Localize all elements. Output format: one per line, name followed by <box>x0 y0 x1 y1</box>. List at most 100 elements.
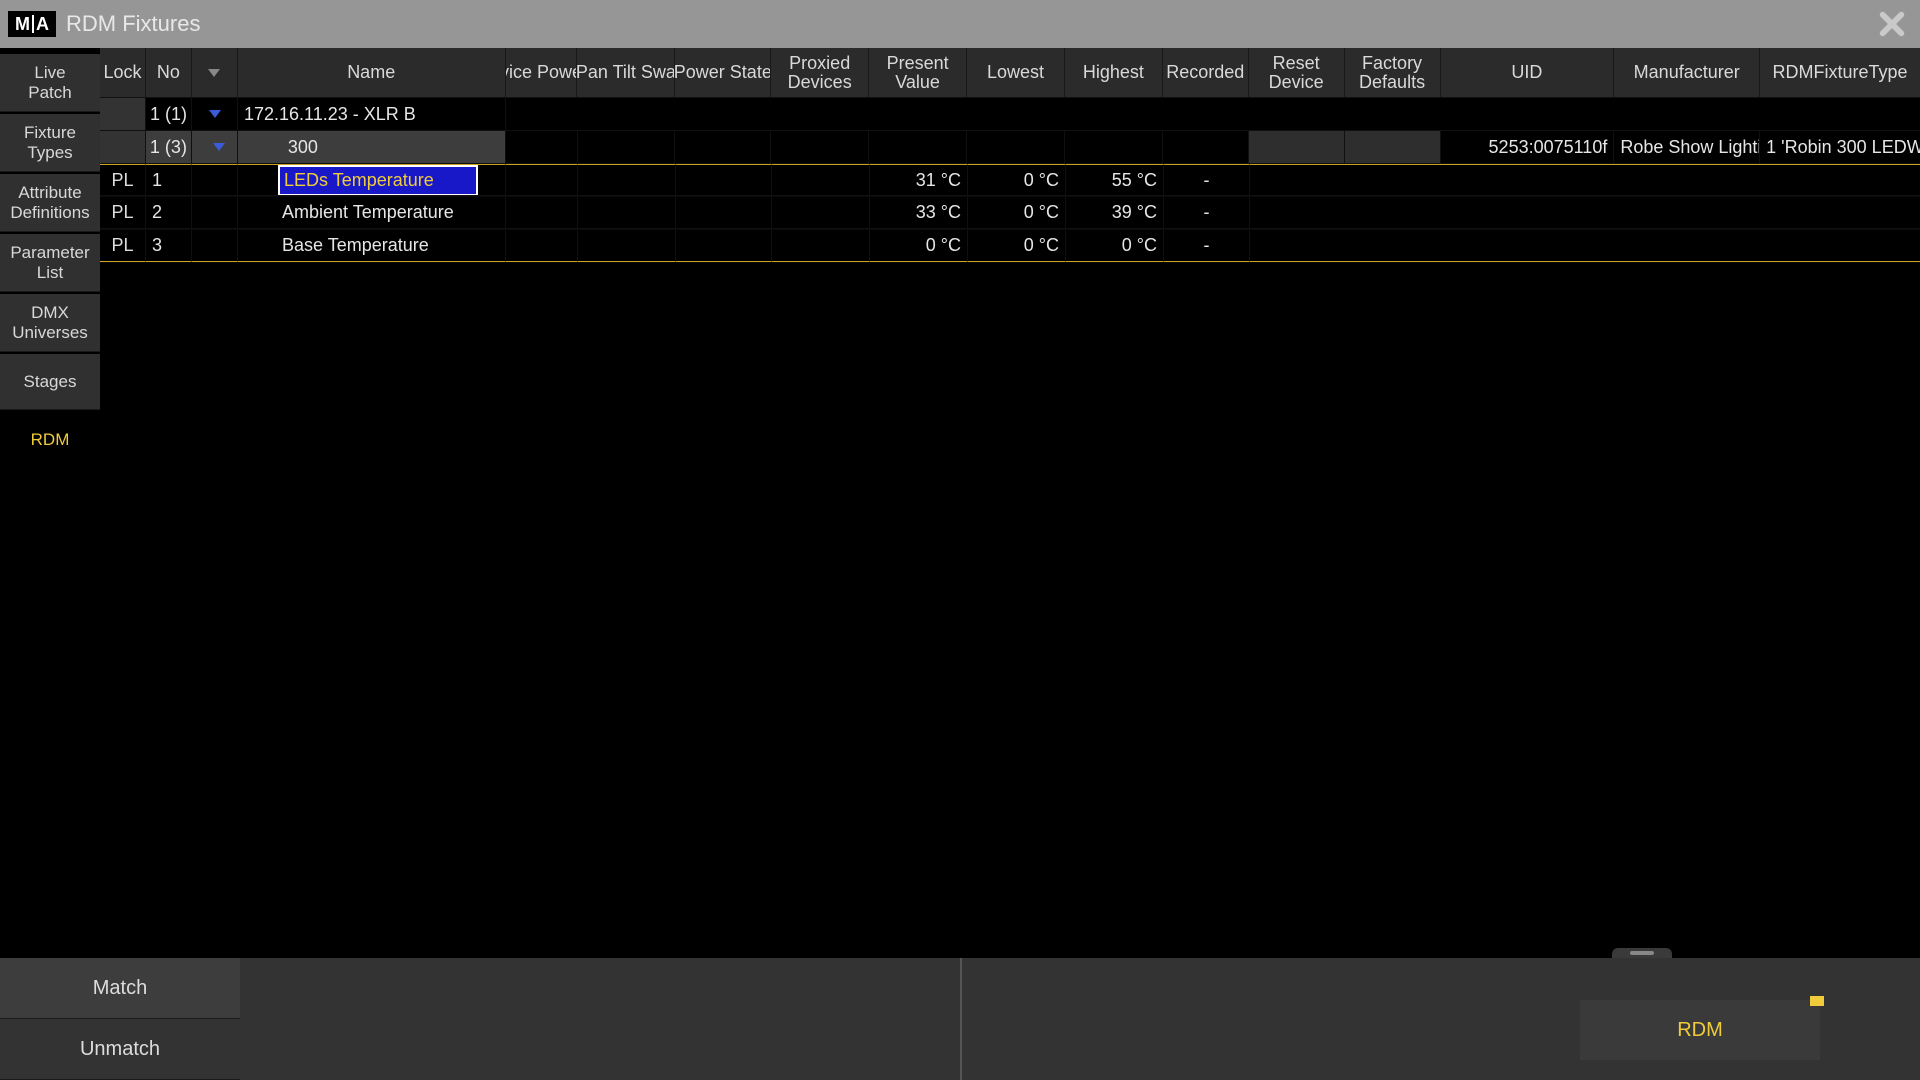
cell-reset[interactable] <box>1249 131 1345 164</box>
cell-empty <box>967 131 1065 164</box>
col-label: Reset Device <box>1269 54 1324 92</box>
sidebar-item-dmx-universes[interactable]: DMX Universes <box>0 294 100 352</box>
col-manufacturer[interactable]: Manufacturer <box>1614 48 1760 97</box>
sidebar-item-label: Fixture Types <box>24 123 76 162</box>
cell-empty <box>578 164 676 196</box>
close-icon <box>1878 10 1906 38</box>
cell-recorded: - <box>1164 230 1250 262</box>
sidebar-item-fixture-types[interactable]: Fixture Types <box>0 114 100 172</box>
cell-pl-badge: PL <box>100 164 146 196</box>
sidebar-item-live-patch[interactable]: Live Patch <box>0 54 100 112</box>
col-recorded[interactable]: Recorded <box>1163 48 1249 97</box>
cell-name: 172.16.11.23 - XLR B <box>238 98 506 131</box>
cell-empty <box>506 197 578 229</box>
cell-no: 1 (3) <box>146 131 192 164</box>
unmatch-button[interactable]: Unmatch <box>0 1019 240 1080</box>
cell-factory[interactable] <box>1345 131 1441 164</box>
cell-name: 300 <box>238 131 506 164</box>
cell-empty <box>192 197 238 229</box>
cell-empty <box>192 164 238 196</box>
cell-empty <box>676 230 772 262</box>
cell-recorded: - <box>1164 164 1250 196</box>
window-title: RDM Fixtures <box>66 11 200 37</box>
rdm-chip[interactable]: RDM <box>1580 1000 1820 1060</box>
col-device-power[interactable]: vice Powe <box>506 48 578 97</box>
table-row-group[interactable]: 1 (1) 172.16.11.23 - XLR B <box>100 98 1920 131</box>
col-proxied-devices[interactable]: Proxied Devices <box>771 48 869 97</box>
chip-indicator-icon <box>1810 996 1824 1006</box>
col-name[interactable]: Name <box>238 48 506 97</box>
table-row-subgroup[interactable]: 1 (3) 300 5253:0075110f Robe Show Lighti… <box>100 131 1920 164</box>
cell-empty <box>1250 164 1920 196</box>
col-power-state[interactable]: Power State <box>675 48 771 97</box>
cell-lowest: 0 °C <box>968 230 1066 262</box>
cell-empty <box>578 131 676 164</box>
cell-empty <box>506 164 578 196</box>
main-area: Live Patch Fixture Types Attribute Defin… <box>0 48 1920 958</box>
cell-empty <box>772 164 870 196</box>
drag-handle[interactable] <box>1612 948 1672 958</box>
cell-empty <box>869 131 967 164</box>
col-pan-tilt-swap[interactable]: Pan Tilt Swa <box>577 48 675 97</box>
cell-empty <box>192 230 238 262</box>
table: Lock No Name vice Powe Pan Tilt Swa Powe… <box>100 48 1920 958</box>
bottom-left-buttons: Match Unmatch <box>0 958 240 1080</box>
cell-empty <box>772 197 870 229</box>
close-button[interactable] <box>1868 0 1916 48</box>
col-factory-defaults[interactable]: Factory Defaults <box>1345 48 1441 97</box>
col-lock[interactable]: Lock <box>100 48 146 97</box>
sidebar-item-label: DMX Universes <box>12 303 88 342</box>
cell-uid: 5253:0075110f <box>1441 131 1615 164</box>
sidebar-item-parameter-list[interactable]: Parameter List <box>0 234 100 292</box>
cell-present: 31 °C <box>870 164 968 196</box>
cell-name[interactable]: LEDs Temperature <box>238 164 506 196</box>
table-header: Lock No Name vice Powe Pan Tilt Swa Powe… <box>100 48 1920 98</box>
cell-pl-badge: PL <box>100 230 146 262</box>
sidebar-item-stages[interactable]: Stages <box>0 354 100 410</box>
table-row[interactable]: PL 2 Ambient Temperature 33 °C 0 °C 39 °… <box>100 197 1920 230</box>
cell-empty <box>675 131 771 164</box>
logo-separator <box>32 15 34 33</box>
match-button[interactable]: Match <box>0 958 240 1019</box>
bottom-panel: Match Unmatch RDM <box>0 958 1920 1080</box>
col-highest[interactable]: Highest <box>1065 48 1163 97</box>
selected-name-cell[interactable]: LEDs Temperature <box>278 165 478 196</box>
title-bar: M A RDM Fixtures <box>0 0 1920 48</box>
cell-empty <box>1250 230 1920 262</box>
col-rdm-fixture-type[interactable]: RDMFixtureType <box>1760 48 1920 97</box>
cell-empty <box>1065 131 1163 164</box>
col-reset-device[interactable]: Reset Device <box>1249 48 1345 97</box>
table-row[interactable]: PL 1 LEDs Temperature 31 °C 0 °C 55 °C - <box>100 164 1920 197</box>
vertical-divider <box>960 958 962 1080</box>
cell-present: 0 °C <box>870 230 968 262</box>
cell-empty <box>506 98 1920 131</box>
col-lowest[interactable]: Lowest <box>967 48 1065 97</box>
rdm-chip-label: RDM <box>1677 1019 1723 1042</box>
col-present-value[interactable]: Present Value <box>869 48 967 97</box>
cell-lowest: 0 °C <box>968 164 1066 196</box>
cell-no: 1 (1) <box>146 98 192 131</box>
sidebar-item-attribute-definitions[interactable]: Attribute Definitions <box>0 174 100 232</box>
col-uid[interactable]: UID <box>1441 48 1615 97</box>
cell-empty <box>772 230 870 262</box>
sidebar-item-rdm[interactable]: RDM <box>0 412 100 468</box>
chevron-down-icon <box>208 69 220 77</box>
cell-no: 2 <box>146 197 192 229</box>
cell-present: 33 °C <box>870 197 968 229</box>
cell-empty <box>676 197 772 229</box>
chevron-down-icon <box>213 143 225 151</box>
cell-empty <box>578 230 676 262</box>
cell-empty <box>771 131 869 164</box>
cell-pl-badge: PL <box>100 197 146 229</box>
col-label: Factory Defaults <box>1359 54 1425 92</box>
cell-empty <box>506 230 578 262</box>
cell-empty <box>506 131 578 164</box>
col-no[interactable]: No <box>146 48 192 97</box>
cell-expand[interactable] <box>192 98 238 131</box>
col-expand[interactable] <box>192 48 238 97</box>
table-row[interactable]: PL 3 Base Temperature 0 °C 0 °C 0 °C - <box>100 230 1920 263</box>
cell-expand[interactable] <box>192 131 238 164</box>
cell-manufacturer: Robe Show Lightin <box>1614 131 1760 164</box>
cell-recorded: - <box>1164 197 1250 229</box>
cell-name: Ambient Temperature <box>238 197 506 229</box>
